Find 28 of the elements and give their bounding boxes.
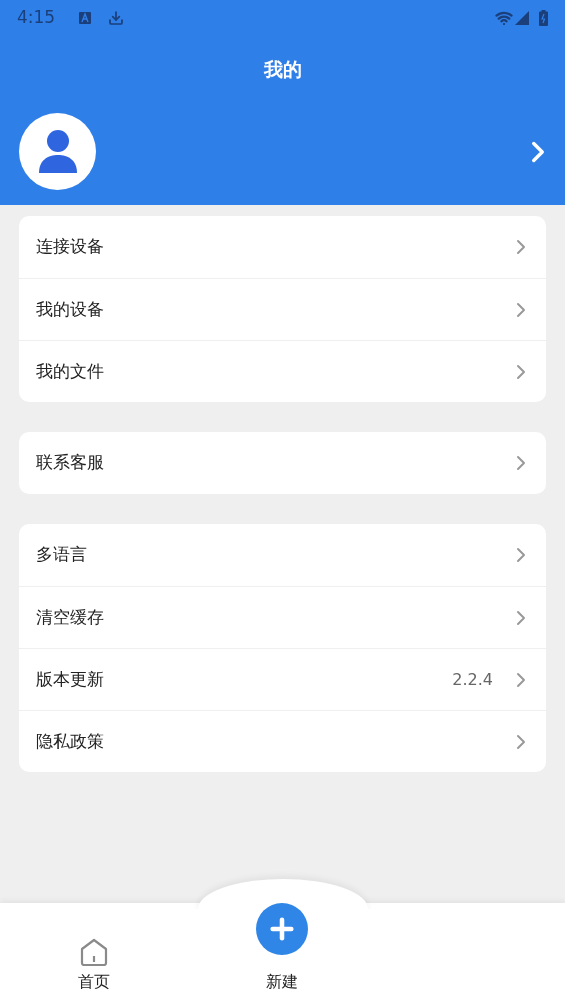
menu-item[interactable]: 版本更新 2.2.4: [19, 648, 546, 710]
menu-item-label: 隐私政策: [36, 729, 104, 753]
menu-item[interactable]: 我的设备: [19, 278, 546, 340]
signal-icon: [515, 11, 529, 25]
user-silhouette-icon: [36, 128, 79, 175]
status-time: 4:15: [17, 6, 56, 30]
page-title: 我的: [263, 56, 302, 82]
menu-item-label: 联系客服: [36, 451, 104, 475]
home-tab[interactable]: 首页: [78, 938, 111, 994]
menu-item-label: 我的设备: [36, 297, 104, 321]
menu-item-label: 连接设备: [36, 235, 104, 259]
menu-item-label: 版本更新: [36, 667, 104, 691]
menu-item[interactable]: 清空缓存: [19, 586, 546, 648]
version-value: 2.2.4: [452, 668, 493, 691]
menu-item-label: 清空缓存: [36, 605, 104, 629]
menu-item[interactable]: 多语言: [19, 524, 546, 586]
new-tab[interactable]: 新建: [256, 903, 309, 994]
menu-item[interactable]: 连接设备: [19, 216, 546, 278]
wifi-icon: [495, 9, 513, 27]
home-icon: [79, 938, 110, 966]
menu-item-label: 多语言: [36, 543, 87, 567]
download-icon: [108, 10, 125, 26]
menu-item-label: 我的文件: [36, 359, 104, 383]
menu-item[interactable]: 我的文件: [19, 340, 546, 402]
menu-item[interactable]: 联系客服: [19, 432, 546, 494]
battery-icon: [539, 10, 548, 26]
notification-icon: [79, 12, 92, 24]
menu-item[interactable]: 隐私政策: [19, 710, 546, 772]
